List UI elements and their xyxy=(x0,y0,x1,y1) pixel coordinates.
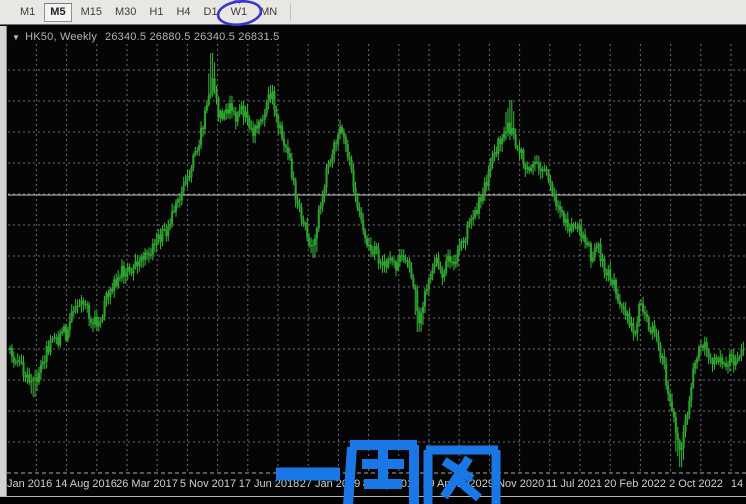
toolbar-separator xyxy=(290,3,291,21)
axis-date-label: 11 Jul 2021 xyxy=(546,478,602,490)
timeframe-button-m5[interactable]: M5 xyxy=(44,3,71,22)
candles-group xyxy=(9,53,744,467)
mt4-window: M1 M5 M15 M30 H1 H4 D1 W1MN ▼ HK50, Weekly 26340.… xyxy=(0,0,746,504)
axis-date-label: 2 Oct 2022 xyxy=(669,478,723,490)
chart-window: ▼ HK50, Weekly 26340.5 26880.5 26340.5 268… xyxy=(0,26,746,504)
chart-expander-icon[interactable]: ▼ xyxy=(12,33,20,42)
timeframe-button-w1[interactable]: W1 xyxy=(227,3,252,22)
left-edge-strip xyxy=(0,26,7,497)
axis-date-label: 19 Apr 2020 xyxy=(422,478,481,490)
chart-title: ▼ HK50, Weekly 26340.5 26880.5 26340.5 268… xyxy=(12,31,279,43)
axis-date-label: 17 Jun 2018 xyxy=(239,478,300,490)
timeframe-button-m15[interactable]: M15 xyxy=(77,3,106,22)
axis-date-label: 8 Sep 2019 xyxy=(363,478,419,490)
axis-date-label: 5 Nov 2017 xyxy=(180,478,236,490)
axis-date-label: 29 Nov 2020 xyxy=(482,478,544,490)
grid-lines xyxy=(8,44,746,473)
chart-canvas[interactable] xyxy=(0,26,746,504)
date-axis[interactable]: 3 Jan 201614 Aug 201626 Mar 20175 Nov 20… xyxy=(0,475,746,497)
axis-date-label: 14 Aug 2016 xyxy=(55,478,117,490)
timeframe-button-d1[interactable]: D1 xyxy=(200,3,222,22)
timeframe-button-h1[interactable]: H1 xyxy=(145,3,167,22)
timeframe-button-h4[interactable]: H4 xyxy=(172,3,194,22)
axis-date-label: 3 Jan 2016 xyxy=(0,478,52,490)
axis-date-label: 20 Feb 2022 xyxy=(604,478,666,490)
timeframe-toolbar: M1 M5 M15 M30 H1 H4 D1 W1MN xyxy=(0,0,746,25)
timeframe-button-m1[interactable]: M1 xyxy=(16,3,39,22)
symbol-title-label: HK50, Weekly xyxy=(25,31,97,43)
bottom-border-strip xyxy=(0,497,746,504)
axis-date-label: 27 Jan 2019 xyxy=(300,478,361,490)
axis-date-label: 26 Mar 2017 xyxy=(116,478,178,490)
timeframe-button-m30[interactable]: M30 xyxy=(111,3,140,22)
ohlc-values: 26340.5 26880.5 26340.5 26831.5 xyxy=(105,31,279,43)
axis-date-label: 14 xyxy=(731,478,743,490)
timeframe-button-mn[interactable]: MN xyxy=(256,3,281,22)
